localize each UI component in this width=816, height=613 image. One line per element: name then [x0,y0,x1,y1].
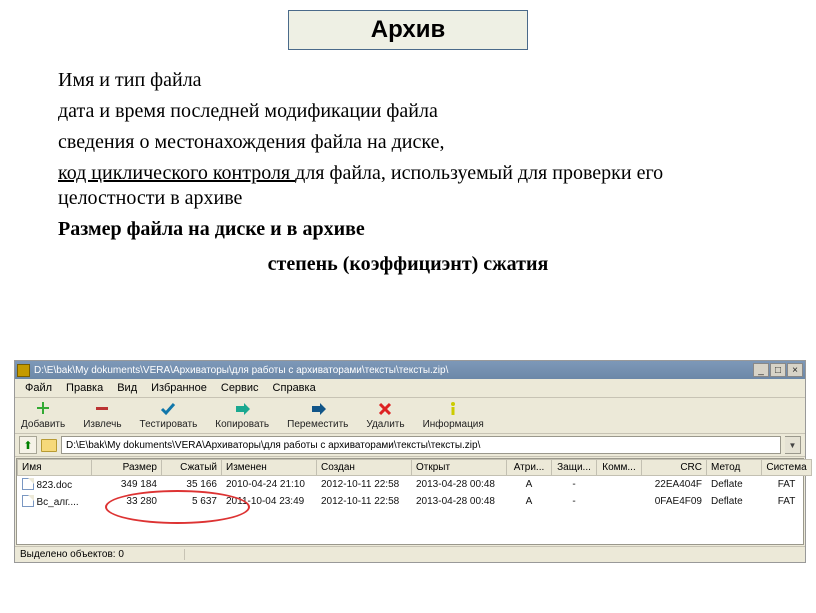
x-icon [376,400,394,418]
line-4-underlined: код циклического контроля [58,162,295,184]
header-row: Имя Размер Сжатый Изменен Создан Открыт … [18,460,812,476]
cell-prot: - [552,493,597,510]
menu-file[interactable]: Файл [19,381,58,395]
close-button[interactable]: × [787,363,803,377]
path-input[interactable]: D:\E\bak\My dokuments\VERA\Архиваторы\дл… [61,436,781,454]
move-icon [309,400,327,418]
col-created[interactable]: Создан [317,460,412,476]
tb-extract-label: Извлечь [83,419,121,430]
tb-test[interactable]: Тестировать [140,400,198,430]
col-method[interactable]: Метод [707,460,762,476]
cell-method: Deflate [707,493,762,510]
cell-size: 349 184 [92,476,162,494]
cell-modified: 2010-04-24 21:10 [222,476,317,494]
cell-size: 33 280 [92,493,162,510]
menu-edit[interactable]: Правка [60,381,109,395]
pathbar: ⬆ D:\E\bak\My dokuments\VERA\Архиваторы\… [15,434,805,457]
cell-attr: A [507,476,552,494]
line-5: Размер файла на диске и в архиве [58,217,758,242]
menu-service[interactable]: Сервис [215,381,265,395]
tb-info-label: Информация [423,419,484,430]
tb-test-label: Тестировать [140,419,198,430]
cell-fs: FAT [762,493,812,510]
menubar: Файл Правка Вид Избранное Сервис Справка [15,379,805,398]
app-icon [17,364,30,377]
cell-comm [597,493,642,510]
cell-created: 2012-10-11 22:58 [317,476,412,494]
cell-comm [597,476,642,494]
window-title: D:\E\bak\My dokuments\VERA\Архиваторы\дл… [34,365,753,376]
col-packed[interactable]: Сжатый [162,460,222,476]
arrow-right-icon [233,400,251,418]
titlebar: D:\E\bak\My dokuments\VERA\Архиваторы\дл… [15,361,805,379]
line-1: Имя и тип файла [58,68,758,93]
info-icon [444,400,462,418]
plus-icon [34,400,52,418]
cell-method: Deflate [707,476,762,494]
cell-modified: 2011-10-04 23:49 [222,493,317,510]
tb-add-label: Добавить [21,419,65,430]
cell-name: Вс_алг.... [37,497,79,508]
folder-icon [41,439,57,452]
cell-packed: 5 637 [162,493,222,510]
status-selected: Выделено объектов: 0 [20,549,185,560]
cell-attr: A [507,493,552,510]
grid-blank-area [17,510,803,544]
minimize-button[interactable]: _ [753,363,769,377]
tb-extract[interactable]: Извлечь [83,400,121,430]
cell-prot: - [552,476,597,494]
col-size[interactable]: Размер [92,460,162,476]
menu-view[interactable]: Вид [111,381,143,395]
line-2: дата и время последней модификации файла [58,99,758,124]
menu-favorites[interactable]: Избранное [145,381,213,395]
archive-title: Архив [288,10,528,50]
cell-opened: 2013-04-28 00:48 [412,493,507,510]
minus-icon [93,400,111,418]
line-3: сведения о местонахождения файла на диск… [58,130,758,155]
cell-crc: 22EA404F [642,476,707,494]
file-icon [22,495,34,507]
check-icon [159,400,177,418]
cell-opened: 2013-04-28 00:48 [412,476,507,494]
cell-created: 2012-10-11 22:58 [317,493,412,510]
col-attr[interactable]: Атри... [507,460,552,476]
path-dropdown[interactable]: ▼ [785,436,801,454]
cell-crc: 0FAE4F09 [642,493,707,510]
tb-delete-label: Удалить [366,419,404,430]
up-button[interactable]: ⬆ [19,436,37,454]
cell-packed: 35 166 [162,476,222,494]
tb-add[interactable]: Добавить [21,400,65,430]
col-crc[interactable]: CRC [642,460,707,476]
line-4: код циклического контроля для файла, исп… [58,161,758,211]
tb-delete[interactable]: Удалить [366,400,404,430]
toolbar: Добавить Извлечь Тестировать Копировать … [15,398,805,434]
col-opened[interactable]: Открыт [412,460,507,476]
cell-fs: FAT [762,476,812,494]
line-6: степень (коэффициэнт) сжатия [58,252,758,277]
file-icon [22,478,34,490]
tb-info[interactable]: Информация [423,400,484,430]
menu-help[interactable]: Справка [267,381,322,395]
col-modified[interactable]: Изменен [222,460,317,476]
col-prot[interactable]: Защи... [552,460,597,476]
maximize-button[interactable]: □ [770,363,786,377]
tb-copy-label: Копировать [215,419,269,430]
col-name[interactable]: Имя [18,460,92,476]
cell-name: 823.doc [37,480,73,491]
table-row[interactable]: 823.doc 349 184 35 166 2010-04-24 21:10 … [18,476,812,494]
col-fs[interactable]: Система [762,460,812,476]
tb-move[interactable]: Переместить [287,400,348,430]
tb-move-label: Переместить [287,419,348,430]
file-grid: Имя Размер Сжатый Изменен Создан Открыт … [16,458,804,545]
tb-copy[interactable]: Копировать [215,400,269,430]
col-comm[interactable]: Комм... [597,460,642,476]
statusbar: Выделено объектов: 0 [15,546,805,562]
archiver-window: D:\E\bak\My dokuments\VERA\Архиваторы\дл… [14,360,806,563]
table-row[interactable]: Вс_алг.... 33 280 5 637 2011-10-04 23:49… [18,493,812,510]
